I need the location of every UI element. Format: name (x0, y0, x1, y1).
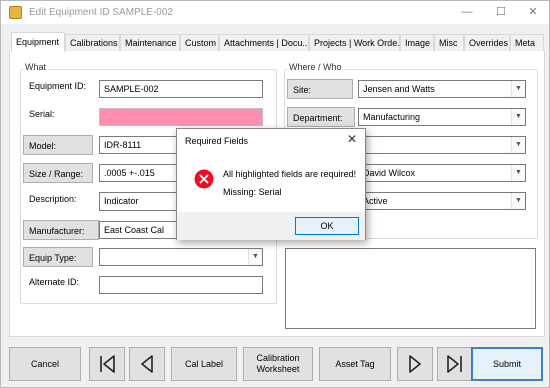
tab-misc[interactable]: Misc (434, 34, 464, 51)
window-title: Edit Equipment ID SAMPLE-002 (29, 7, 173, 18)
model-button[interactable]: Model: (23, 135, 93, 155)
department-combo[interactable]: Manufacturing ▼ (358, 108, 526, 126)
site-value: Jensen and Watts (363, 84, 435, 94)
tab-calibrations[interactable]: Calibrations (65, 34, 120, 51)
tab-attachments-docs[interactable]: Attachments | Docu... (219, 34, 309, 51)
size-range-button[interactable]: Size / Range: (23, 163, 93, 183)
chevron-down-icon: ▼ (511, 109, 525, 125)
close-button[interactable]: ✕ (519, 4, 547, 20)
equip-type-button[interactable]: Equip Type: (23, 247, 93, 267)
what-group-label: What (23, 62, 49, 72)
notes-textarea[interactable] (285, 248, 536, 329)
tab-custom[interactable]: Custom (180, 34, 219, 51)
site-button[interactable]: Site: (287, 79, 353, 99)
tab-maintenance[interactable]: Maintenance (120, 34, 180, 51)
previous-icon (141, 355, 153, 373)
equipment-id-field[interactable]: SAMPLE-002 (99, 80, 263, 98)
next-icon (409, 355, 421, 373)
last-record-button[interactable] (437, 347, 473, 381)
chevron-down-icon: ▼ (248, 249, 262, 265)
calibration-worksheet-line2: Worksheet (256, 364, 300, 374)
chevron-down-icon: ▼ (511, 165, 525, 181)
cal-label-button[interactable]: Cal Label (171, 347, 237, 381)
dialog-message: All highlighted fields are required! (223, 169, 357, 179)
person-value: David Wilcox (363, 168, 416, 178)
tab-image[interactable]: Image (400, 34, 434, 51)
edit-equipment-window: Edit Equipment ID SAMPLE-002 — ☐ ✕ Equip… (0, 0, 550, 388)
manufacturer-button[interactable]: Manufacturer: (23, 220, 99, 240)
alternate-id-field[interactable] (99, 276, 263, 294)
dialog-close-icon[interactable]: ✕ (347, 132, 357, 146)
bottom-toolbar: Cancel Cal Label Calibration Worksheet A… (9, 347, 545, 383)
chevron-down-icon: ▼ (511, 81, 525, 97)
asset-tag-button[interactable]: Asset Tag (319, 347, 391, 381)
location-combo[interactable]: ▼ (358, 136, 526, 154)
previous-record-button[interactable] (129, 347, 165, 381)
error-icon (194, 169, 214, 189)
alternate-id-label: Alternate ID: (29, 277, 80, 287)
serial-field[interactable] (99, 108, 263, 126)
department-button[interactable]: Department: (287, 107, 355, 127)
tab-meta[interactable]: Meta (510, 34, 544, 51)
status-value: Active (363, 196, 388, 206)
dialog-title: Required Fields (185, 136, 249, 146)
person-combo[interactable]: David Wilcox ▼ (358, 164, 526, 182)
minimize-button[interactable]: — (453, 4, 481, 20)
equip-type-combo[interactable]: ▼ (99, 248, 263, 266)
skip-last-icon (447, 355, 462, 373)
tab-projects-work-orders[interactable]: Projects | Work Orde... (309, 34, 400, 51)
department-value: Manufacturing (363, 112, 421, 122)
submit-button[interactable]: Submit (471, 347, 543, 381)
tab-strip: Equipment Calibrations Maintenance Custo… (9, 32, 545, 52)
calibration-worksheet-button[interactable]: Calibration Worksheet (243, 347, 313, 381)
chevron-down-icon: ▼ (511, 193, 525, 209)
next-record-button[interactable] (397, 347, 433, 381)
calibration-worksheet-line1: Calibration (256, 353, 300, 363)
equipment-id-label: Equipment ID: (29, 81, 87, 91)
title-bar: Edit Equipment ID SAMPLE-002 — ☐ ✕ (1, 1, 549, 24)
tab-overrides[interactable]: Overrides (464, 34, 510, 51)
status-combo[interactable]: Active ▼ (358, 192, 526, 210)
skip-first-icon (100, 355, 115, 373)
app-icon (9, 6, 22, 19)
tab-equipment[interactable]: Equipment (11, 32, 65, 52)
maximize-button[interactable]: ☐ (487, 4, 515, 20)
required-fields-dialog: Required Fields ✕ All highlighted fields… (176, 128, 366, 240)
ok-button[interactable]: OK (295, 217, 359, 235)
description-label: Description: (29, 194, 77, 204)
serial-label: Serial: (29, 109, 55, 119)
chevron-down-icon: ▼ (511, 137, 525, 153)
dialog-missing-text: Missing: Serial (223, 187, 282, 197)
first-record-button[interactable] (89, 347, 125, 381)
dialog-footer: OK (177, 212, 365, 240)
where-who-group-label: Where / Who (287, 62, 344, 72)
site-combo[interactable]: Jensen and Watts ▼ (358, 80, 526, 98)
cancel-button[interactable]: Cancel (9, 347, 81, 381)
